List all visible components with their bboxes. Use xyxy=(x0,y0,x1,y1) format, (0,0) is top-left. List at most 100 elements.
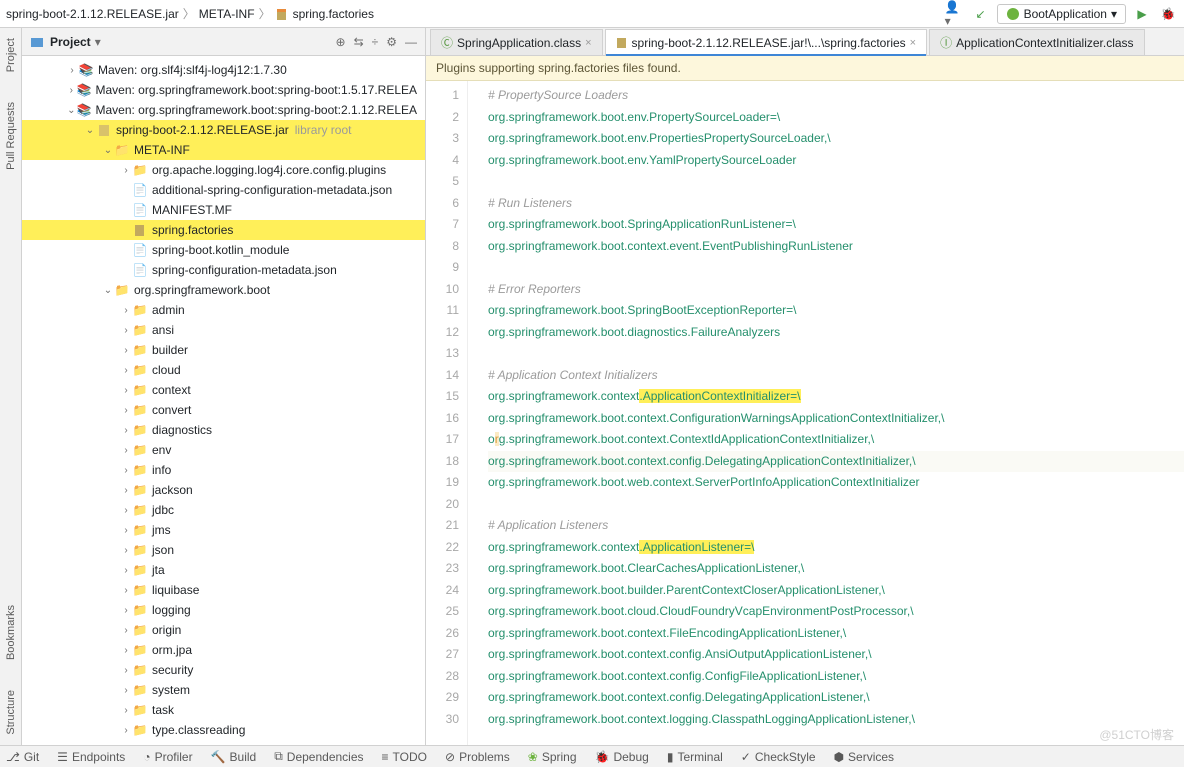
tree-maven3[interactable]: ⌄📚Maven: org.springframework.boot:spring… xyxy=(22,100,425,120)
tree-dir-security[interactable]: ›📁security xyxy=(22,660,425,680)
tree-manifest[interactable]: 📄MANIFEST.MF xyxy=(22,200,425,220)
services-icon: ⬢ xyxy=(834,750,844,764)
line-number: 6 xyxy=(426,193,459,215)
bb-services[interactable]: ⬢Services xyxy=(834,750,895,764)
bb-todo[interactable]: ≡TODO xyxy=(382,750,427,764)
dir-label: logging xyxy=(152,603,191,617)
tree-dir-env[interactable]: ›📁env xyxy=(22,440,425,460)
bb-checkstyle[interactable]: ✓CheckStyle xyxy=(741,750,816,764)
tree-dir-admin[interactable]: ›📁admin xyxy=(22,300,425,320)
line-number: 28 xyxy=(426,666,459,688)
line-number: 15 xyxy=(426,386,459,408)
tree-factories[interactable]: spring.factories xyxy=(22,220,425,240)
expand-icon[interactable]: ⇆ xyxy=(354,35,364,49)
rail-pull-requests[interactable]: Pull Requests xyxy=(5,102,17,170)
panel-title[interactable]: Project xyxy=(50,35,91,49)
chevron-down-icon[interactable]: ▾ xyxy=(95,35,101,49)
tree-dir-convert[interactable]: ›📁convert xyxy=(22,400,425,420)
crumb-metainf[interactable]: META-INF xyxy=(199,7,255,21)
line-number: 21 xyxy=(426,515,459,537)
tree-dir-type.classreading[interactable]: ›📁type.classreading xyxy=(22,720,425,740)
tree-dir-info[interactable]: ›📁info xyxy=(22,460,425,480)
tree-dir-jta[interactable]: ›📁jta xyxy=(22,560,425,580)
endpoints-icon: ☰ xyxy=(57,750,68,764)
tree-dir-diagnostics[interactable]: ›📁diagnostics xyxy=(22,420,425,440)
user-icon[interactable]: 👤▾ xyxy=(945,4,965,24)
collapse-icon[interactable]: ÷ xyxy=(372,35,379,49)
run-icon[interactable]: ▶ xyxy=(1132,4,1152,24)
tree-meta[interactable]: 📄spring-configuration-metadata.json xyxy=(22,260,425,280)
tree-dir-jdbc[interactable]: ›📁jdbc xyxy=(22,500,425,520)
tree-dir-jackson[interactable]: ›📁jackson xyxy=(22,480,425,500)
tree-dir-ansi[interactable]: ›📁ansi xyxy=(22,320,425,340)
manifest-icon: 📄 xyxy=(132,202,148,218)
bb-profiler[interactable]: ◔Profiler xyxy=(143,750,192,764)
dir-label: info xyxy=(152,463,171,477)
rail-bookmarks[interactable]: Bookmarks xyxy=(5,605,17,660)
bb-endpoints[interactable]: ☰Endpoints xyxy=(57,750,125,764)
tab-spring-factories[interactable]: spring-boot-2.1.12.RELEASE.jar!\...\spri… xyxy=(605,29,928,55)
tree-dir-context[interactable]: ›📁context xyxy=(22,380,425,400)
crumb-file[interactable]: spring.factories xyxy=(293,7,374,21)
tree-maven2[interactable]: ›📚Maven: org.springframework.boot:spring… xyxy=(22,80,425,100)
line-number: 17 xyxy=(426,429,459,451)
tree-dir-orm.jpa[interactable]: ›📁orm.jpa xyxy=(22,640,425,660)
bb-build[interactable]: 🔨Build xyxy=(211,750,257,764)
project-icon xyxy=(30,35,44,49)
rail-project[interactable]: Project xyxy=(5,38,17,72)
dir-label: jdbc xyxy=(152,503,174,517)
folder-icon: 📁 xyxy=(132,562,148,578)
rail-structure[interactable]: Structure xyxy=(5,690,17,735)
profiler-icon: ◔ xyxy=(143,750,150,764)
watermark: @51CTO博客 xyxy=(1099,726,1174,743)
close-icon[interactable]: × xyxy=(910,37,916,49)
tree-dir-task[interactable]: ›📁task xyxy=(22,700,425,720)
update-icon[interactable]: ↙ xyxy=(971,4,991,24)
tree-dir-jms[interactable]: ›📁jms xyxy=(22,520,425,540)
dir-label: cloud xyxy=(152,363,181,377)
tree-dir-system[interactable]: ›📁system xyxy=(22,680,425,700)
locate-icon[interactable]: ⊕ xyxy=(336,35,346,49)
bb-debug[interactable]: 🐞Debug xyxy=(595,750,649,764)
tree-dir-json[interactable]: ›📁json xyxy=(22,540,425,560)
terminal-icon: ▮ xyxy=(667,750,674,764)
tree-dir-builder[interactable]: ›📁builder xyxy=(22,340,425,360)
hide-icon[interactable]: — xyxy=(405,35,417,49)
bb-spring[interactable]: ❀Spring xyxy=(528,750,577,764)
tree-jar[interactable]: ⌄spring-boot-2.1.12.RELEASE.jarlibrary r… xyxy=(22,120,425,140)
breadcrumb[interactable]: spring-boot-2.1.12.RELEASE.jar 〉 META-IN… xyxy=(6,5,374,22)
bb-terminal[interactable]: ▮Terminal xyxy=(667,750,723,764)
crumb-jar[interactable]: spring-boot-2.1.12.RELEASE.jar xyxy=(6,7,179,21)
code-content[interactable]: # PropertySource Loaders org.springframe… xyxy=(468,81,1184,745)
project-panel: Project ▾ ⊕ ⇆ ÷ ⚙ — ›📚Maven: org.slf4j:s… xyxy=(22,28,426,745)
tree-dir-origin[interactable]: ›📁origin xyxy=(22,620,425,640)
bb-dependencies[interactable]: ⧉Dependencies xyxy=(274,749,363,764)
close-icon[interactable]: × xyxy=(585,37,591,49)
tree-dir-logging[interactable]: ›📁logging xyxy=(22,600,425,620)
tree-dir-liquibase[interactable]: ›📁liquibase xyxy=(22,580,425,600)
folder-icon: 📁 xyxy=(132,662,148,678)
todo-icon: ≡ xyxy=(382,750,389,764)
folder-icon: 📁 xyxy=(132,722,148,738)
tree-kotlin[interactable]: 📄spring-boot.kotlin_module xyxy=(22,240,425,260)
line-number: 9 xyxy=(426,257,459,279)
code-editor[interactable]: 1234567891011121314151617181920212223242… xyxy=(426,81,1184,745)
settings-icon[interactable]: ⚙ xyxy=(386,35,397,49)
tree-pkg[interactable]: ⌄📁org.springframework.boot xyxy=(22,280,425,300)
tab-spring-application[interactable]: ⒸSpringApplication.class× xyxy=(430,29,603,55)
tree-addl[interactable]: 📄additional-spring-configuration-metadat… xyxy=(22,180,425,200)
folder-icon: 📁 xyxy=(132,462,148,478)
chevron-right-icon: 〉 xyxy=(183,5,195,22)
folder-icon: 📁 xyxy=(132,542,148,558)
run-configuration[interactable]: BootApplication ▾ xyxy=(997,4,1126,24)
bb-problems[interactable]: ⊘Problems xyxy=(445,750,510,764)
tree-metainf[interactable]: ⌄📁META-INF xyxy=(22,140,425,160)
tab-app-context-init[interactable]: ⒾApplicationContextInitializer.class xyxy=(929,29,1144,55)
tree-maven1[interactable]: ›📚Maven: org.slf4j:slf4j-log4j12:1.7.30 xyxy=(22,60,425,80)
tree-plugins[interactable]: ›📁org.apache.logging.log4j.core.config.p… xyxy=(22,160,425,180)
bb-git[interactable]: ⎇Git xyxy=(6,750,39,764)
project-tree[interactable]: ›📚Maven: org.slf4j:slf4j-log4j12:1.7.30 … xyxy=(22,56,425,745)
debug-icon[interactable]: 🐞 xyxy=(1158,4,1178,24)
tree-dir-util[interactable]: ›📁util xyxy=(22,740,425,745)
tree-dir-cloud[interactable]: ›📁cloud xyxy=(22,360,425,380)
